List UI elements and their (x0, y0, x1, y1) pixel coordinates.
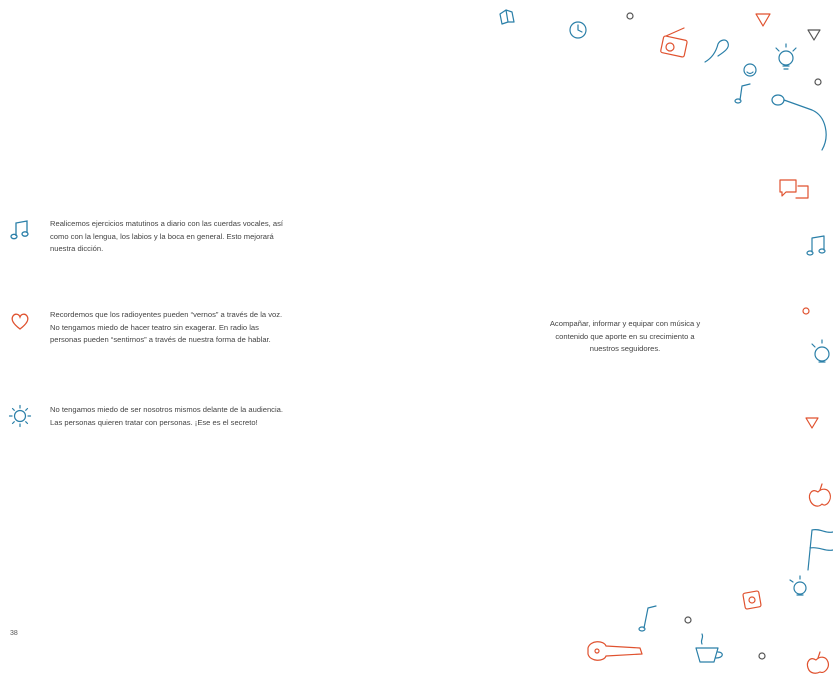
lightbulb-icon (789, 575, 807, 596)
flag-icon (807, 528, 833, 571)
tip-line: Las personas quieren tratar con personas… (50, 417, 258, 427)
book-spread: Realicemos ejercicios matutinos a diario… (0, 0, 833, 674)
triangle-icon (807, 29, 821, 41)
triangle-icon (805, 417, 819, 429)
tip-text: Realicemos ejercicios matutinos a diario… (50, 218, 390, 256)
radio-icon (660, 27, 688, 58)
smiley-icon (743, 63, 757, 77)
mission-line: Acompañar, informar y equipar con música… (549, 319, 701, 328)
small-circle-icon (684, 616, 692, 624)
small-circle-icon (802, 307, 810, 315)
tip-line: como con la lengua, los labios y la boca… (50, 231, 274, 241)
photo-frame-icon (742, 590, 762, 610)
triangle-icon (755, 13, 771, 27)
music-note-icon (638, 605, 657, 632)
coffee-cup-icon (695, 633, 723, 663)
music-note-icon (806, 235, 826, 256)
music-note-icon (10, 220, 29, 240)
small-circle-icon (814, 78, 822, 86)
guitar-icon (587, 641, 643, 661)
tip-text: Recordemos que los radioyentes pueden “v… (50, 309, 390, 347)
apple-icon (808, 483, 831, 507)
chat-bubbles-icon (779, 179, 809, 199)
sun-icon (8, 404, 32, 428)
hand-icon (704, 39, 729, 63)
book-icon (499, 9, 515, 25)
lightbulb-icon (775, 43, 797, 70)
tip-line: nuestra dicción. (50, 244, 104, 253)
mission-statement: Acompañar, informar y equipar con música… (500, 318, 750, 356)
small-circle-icon (626, 12, 634, 20)
tip-line: No tengamos miedo de ser nosotros mismos… (50, 405, 284, 414)
mission-line: nuestros seguidores. (589, 344, 661, 353)
tip-line: Recordemos que los radioyentes pueden “v… (50, 310, 283, 319)
clock-icon (569, 21, 587, 39)
tip-line: Realicemos ejercicios matutinos a diario… (50, 219, 283, 228)
microphone-icon (771, 94, 827, 151)
page-number: 38 (10, 630, 18, 637)
apple-icon (806, 651, 829, 674)
tip-line: personas pueden “sentirnos” a través de … (50, 335, 271, 344)
lightbulb-icon (811, 339, 830, 363)
mission-line: contenido que aporte en su crecimiento a (555, 331, 695, 341)
music-note-icon (734, 83, 751, 104)
small-circle-icon (758, 652, 766, 660)
tip-text: No tengamos miedo de ser nosotros mismos… (50, 404, 390, 429)
tip-line: No tengamos miedo de hacer teatro sin ex… (50, 322, 259, 332)
heart-icon (11, 313, 29, 330)
